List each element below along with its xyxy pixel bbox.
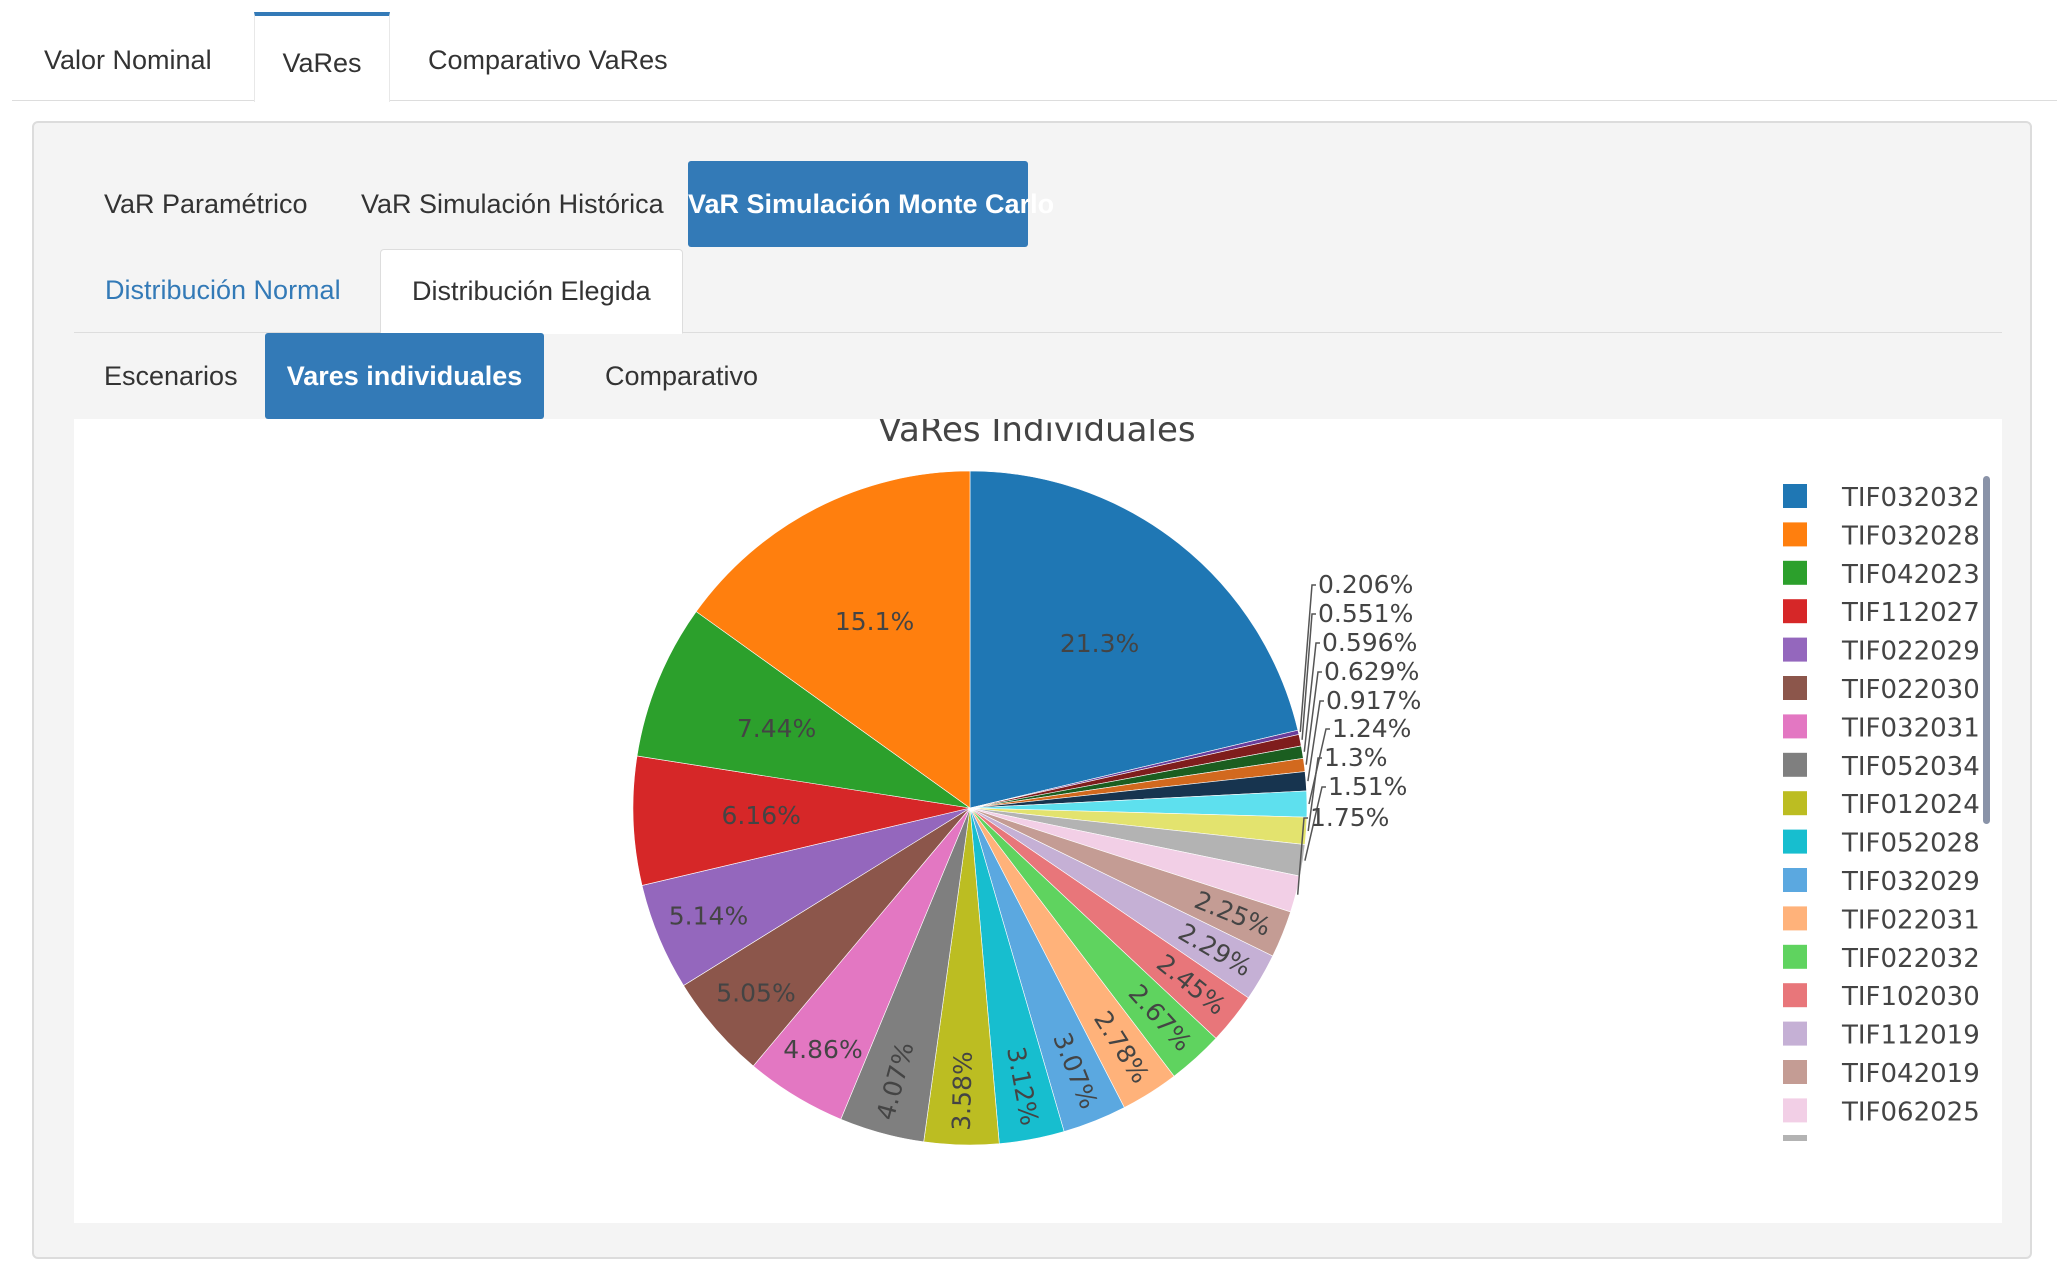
content-panel: VaR Paramétrico VaR Simulación Histórica…	[32, 121, 2032, 1259]
slice-label: 1.3%	[1324, 743, 1388, 772]
chart-area: VaRes Individuales 21.3% 0.206% 0.551% 0.59…	[74, 410, 2002, 1223]
legend-label[interactable]: TIF012024	[1841, 790, 1980, 820]
pill-var-parametrico[interactable]: VaR Paramétrico	[74, 161, 338, 247]
legend-label[interactable]: TIF032029	[1841, 867, 1980, 897]
legend-swatch[interactable]	[1783, 829, 1807, 854]
tab-valor-nominal[interactable]: Valor Nominal	[44, 12, 212, 100]
main-tab-bar: Valor Nominal VaRes Comparativo VaRes	[12, 12, 2057, 102]
legend-swatch[interactable]	[1783, 599, 1807, 624]
legend-swatch[interactable]	[1783, 1060, 1807, 1084]
legend-swatch[interactable]	[1783, 752, 1807, 777]
legend-label[interactable]: TIF112019	[1841, 1021, 1980, 1051]
legend-label[interactable]: TIF022031	[1841, 905, 1980, 935]
legend-swatch[interactable]	[1783, 944, 1807, 969]
legend-label[interactable]: TIF052034	[1841, 752, 1980, 782]
legend-swatch[interactable]	[1783, 714, 1807, 739]
slice-label: 3.58%	[947, 1051, 978, 1131]
tab-vares[interactable]: VaRes	[254, 12, 390, 102]
pill-var-simulacion-monte-carlo[interactable]: VaR Simulación Monte Carlo	[688, 161, 1054, 247]
legend-label[interactable]: TIF022030	[1841, 675, 1980, 705]
slice-label: 7.44%	[737, 714, 816, 743]
legend-swatch[interactable]	[1783, 791, 1807, 816]
slice-label: 21.3%	[1060, 629, 1139, 658]
legend-label[interactable]: TIF022032	[1841, 944, 1980, 974]
legend-swatch-partial	[1783, 1135, 1807, 1141]
slice-label: 0.206%	[1318, 570, 1413, 599]
legend-swatch[interactable]	[1783, 1021, 1807, 1046]
tab-distribucion-elegida[interactable]: Distribución Elegida	[380, 249, 683, 334]
slice-label: 0.596%	[1322, 628, 1417, 657]
distribution-tab-bar: Distribución Normal Distribución Elegida	[74, 249, 2002, 334]
tab-distribucion-normal[interactable]: Distribución Normal	[74, 249, 372, 331]
legend-swatch[interactable]	[1783, 560, 1807, 585]
legend-swatch[interactable]	[1783, 676, 1807, 700]
legend-swatch[interactable]	[1783, 484, 1807, 508]
pill-comparativo[interactable]: Comparativo	[575, 333, 788, 419]
slice-label: 0.551%	[1318, 599, 1413, 628]
legend-label[interactable]: TIF032032	[1841, 483, 1980, 513]
legend-label[interactable]: TIF112027	[1841, 598, 1980, 628]
legend-label[interactable]: TIF052028	[1841, 829, 1980, 859]
legend-swatch[interactable]	[1783, 637, 1807, 662]
slice-label: 0.629%	[1324, 657, 1419, 686]
legend-swatch[interactable]	[1783, 868, 1807, 892]
slice-label: 5.14%	[669, 902, 748, 931]
pill-vares-individuales[interactable]: Vares individuales	[265, 333, 544, 419]
legend-label[interactable]: TIF042019	[1841, 1059, 1980, 1089]
legend-label[interactable]: TIF062025	[1841, 1097, 1980, 1127]
legend-label[interactable]: TIF032028	[1841, 521, 1980, 551]
slice-label: 4.86%	[783, 1035, 862, 1064]
legend-label[interactable]: TIF032031	[1841, 713, 1980, 743]
slice-label: 5.05%	[716, 978, 795, 1007]
legend-label[interactable]: TIF042023	[1841, 560, 1980, 590]
legend-swatch[interactable]	[1783, 1098, 1807, 1123]
legend-swatch[interactable]	[1783, 983, 1807, 1008]
legend-label[interactable]: TIF022029	[1841, 637, 1980, 667]
chart-title: VaRes Individuales	[878, 419, 1195, 450]
slice-label: 0.917%	[1326, 686, 1421, 715]
legend-swatch[interactable]	[1783, 522, 1807, 547]
slice-label: 1.51%	[1328, 772, 1407, 801]
tab-comparativo-vares[interactable]: Comparativo VaRes	[428, 12, 668, 100]
slice-label: 15.1%	[835, 607, 914, 636]
pill-var-simulacion-historica[interactable]: VaR Simulación Histórica	[331, 161, 694, 247]
legend-label[interactable]: TIF102030	[1841, 982, 1980, 1012]
slice-label: 6.16%	[721, 801, 800, 830]
legend-swatch[interactable]	[1783, 906, 1807, 931]
pie-chart: VaRes Individuales 21.3% 0.206%0.551%0.59…	[632, 410, 1990, 1146]
slice-label: 1.24%	[1332, 714, 1411, 743]
pill-escenarios[interactable]: Escenarios	[74, 333, 268, 419]
slice-label: 1.75%	[1310, 803, 1389, 832]
legend-scrollbar[interactable]	[1983, 476, 1990, 824]
